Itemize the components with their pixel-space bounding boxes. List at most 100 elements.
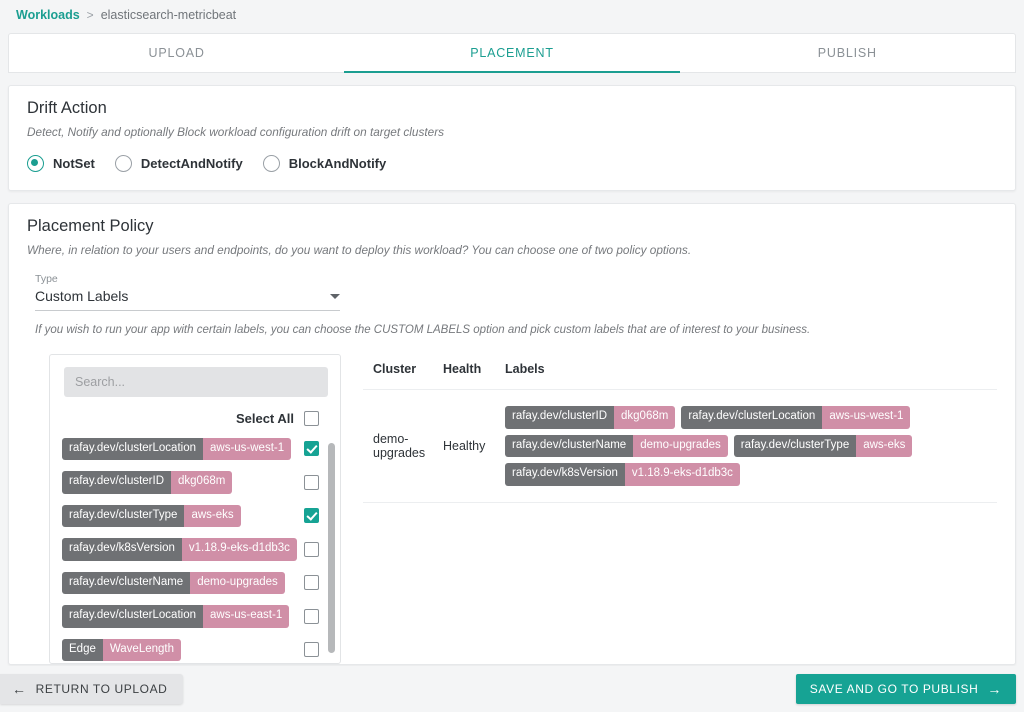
breadcrumb-root-link[interactable]: Workloads bbox=[16, 8, 80, 22]
return-to-upload-button[interactable]: ← RETURN TO UPLOAD bbox=[0, 674, 184, 704]
label-checkbox[interactable] bbox=[304, 541, 319, 557]
label-chip-value: aws-us-west-1 bbox=[203, 437, 292, 460]
policy-type-select[interactable]: Custom Labels bbox=[35, 288, 340, 311]
cell-health-status: Healthy bbox=[443, 438, 486, 453]
label-checkbox[interactable] bbox=[304, 474, 319, 490]
label-chip: rafay.dev/k8sVersion v1.18.9-eks-d1db3c bbox=[62, 538, 297, 561]
chevron-down-icon bbox=[330, 293, 340, 299]
table-row[interactable]: demo-upgrades Healthy rafay.dev/clusterI… bbox=[363, 390, 997, 503]
wizard-footer: ← RETURN TO UPLOAD SAVE AND GO TO PUBLIS… bbox=[0, 666, 1024, 712]
label-chip: rafay.dev/clusterLocation aws-us-east-1 bbox=[62, 605, 290, 628]
radio-label-detectandnotify: DetectAndNotify bbox=[140, 156, 243, 171]
select-all-checkbox[interactable] bbox=[304, 411, 319, 426]
label-chip-key: rafay.dev/k8sVersion bbox=[62, 538, 182, 561]
cluster-label-chip: rafay.dev/clusterName demo-upgrades bbox=[505, 434, 728, 457]
cell-labels: rafay.dev/clusterID dkg068m rafay.dev/cl… bbox=[505, 406, 925, 486]
label-checkbox[interactable] bbox=[304, 441, 319, 457]
drift-action-radio-group: NotSet DetectAndNotify BlockAndNotify bbox=[9, 139, 1015, 190]
search-input[interactable] bbox=[64, 367, 328, 397]
cluster-label-key: rafay.dev/clusterType bbox=[733, 434, 857, 457]
cluster-label-value: aws-us-west-1 bbox=[822, 406, 911, 429]
radio-option-detectandnotify[interactable]: DetectAndNotify bbox=[114, 155, 243, 172]
label-chip-value: dkg068m bbox=[171, 471, 233, 494]
select-all-row[interactable]: Select All bbox=[50, 397, 340, 432]
list-item[interactable]: rafay.dev/clusterID dkg068m bbox=[50, 466, 340, 500]
breadcrumb-separator: > bbox=[86, 8, 94, 22]
label-picker-area: Select All rafay.dev/clusterLocation aws… bbox=[9, 336, 1015, 664]
tab-placement-label: PLACEMENT bbox=[470, 46, 554, 60]
drift-action-card: Drift Action Detect, Notify and optional… bbox=[8, 85, 1016, 191]
label-list-scrollbar[interactable] bbox=[328, 443, 335, 653]
label-chip-key: rafay.dev/clusterType bbox=[62, 504, 185, 527]
column-header-health: Health bbox=[443, 362, 482, 376]
save-and-publish-label: SAVE AND GO TO PUBLISH bbox=[809, 682, 979, 696]
placement-policy-card: Placement Policy Where, in relation to y… bbox=[8, 203, 1016, 665]
cluster-label-chip: rafay.dev/clusterLocation aws-us-west-1 bbox=[681, 406, 911, 429]
placement-policy-title: Placement Policy bbox=[27, 217, 154, 235]
arrow-right-icon: → bbox=[987, 681, 1002, 697]
column-header-labels: Labels bbox=[505, 362, 545, 376]
label-chip-key: Edge bbox=[62, 638, 103, 661]
list-item[interactable]: rafay.dev/clusterName demo-upgrades bbox=[50, 566, 340, 600]
label-chip-value: demo-upgrades bbox=[190, 571, 285, 594]
save-and-publish-button[interactable]: SAVE AND GO TO PUBLISH → bbox=[795, 674, 1016, 704]
cluster-label-chip: rafay.dev/clusterID dkg068m bbox=[505, 406, 676, 429]
policy-type-value: Custom Labels bbox=[35, 288, 129, 304]
list-item[interactable]: rafay.dev/k8sVersion v1.18.9-eks-d1db3c bbox=[50, 533, 340, 567]
label-checkbox[interactable] bbox=[304, 575, 319, 591]
label-checkbox[interactable] bbox=[304, 608, 319, 624]
cluster-label-value: aws-eks bbox=[856, 434, 913, 457]
label-list: rafay.dev/clusterLocation aws-us-west-1 … bbox=[50, 432, 340, 663]
radio-label-blockandnotify: BlockAndNotify bbox=[288, 156, 387, 171]
label-chip: rafay.dev/clusterLocation aws-us-west-1 bbox=[62, 437, 292, 460]
select-all-label: Select All bbox=[235, 411, 294, 426]
drift-action-title: Drift Action bbox=[27, 99, 107, 117]
wizard-tabs: UPLOAD PLACEMENT PUBLISH bbox=[8, 33, 1016, 73]
column-header-cluster: Cluster bbox=[373, 362, 417, 376]
label-chip: rafay.dev/clusterType aws-eks bbox=[62, 504, 241, 527]
label-chip-key: rafay.dev/clusterLocation bbox=[62, 605, 203, 628]
cluster-label-chip: rafay.dev/k8sVersion v1.18.9-eks-d1db3c bbox=[505, 463, 740, 486]
policy-type-label: Type bbox=[35, 273, 58, 285]
cluster-label-key: rafay.dev/clusterLocation bbox=[681, 406, 823, 429]
radio-icon-blockandnotify bbox=[262, 155, 280, 172]
cluster-label-value: dkg068m bbox=[614, 406, 676, 429]
policy-type-help: If you wish to run your app with certain… bbox=[35, 324, 811, 336]
placement-policy-description: Where, in relation to your users and end… bbox=[27, 243, 692, 257]
label-chip: rafay.dev/clusterName demo-upgrades bbox=[62, 571, 285, 594]
label-chip-value: aws-eks bbox=[184, 504, 241, 527]
tab-placement[interactable]: PLACEMENT bbox=[344, 34, 680, 73]
list-item[interactable]: rafay.dev/clusterLocation aws-us-east-1 bbox=[50, 600, 340, 634]
label-chip-value: WaveLength bbox=[102, 638, 182, 661]
list-item[interactable]: Edge WaveLength bbox=[50, 633, 340, 663]
breadcrumb: Workloads > elasticsearch-metricbeat bbox=[0, 0, 1024, 30]
cluster-label-key: rafay.dev/clusterName bbox=[505, 434, 634, 457]
label-chip-key: rafay.dev/clusterLocation bbox=[62, 437, 203, 460]
radio-label-notset: NotSet bbox=[53, 156, 95, 171]
cluster-label-chip: rafay.dev/clusterType aws-eks bbox=[733, 434, 913, 457]
label-chip: Edge WaveLength bbox=[62, 638, 182, 661]
label-chip-key: rafay.dev/clusterName bbox=[62, 571, 191, 594]
policy-type-field: Type Custom Labels bbox=[9, 257, 1015, 311]
label-chip: rafay.dev/clusterID dkg068m bbox=[62, 471, 233, 494]
label-checkbox[interactable] bbox=[304, 508, 319, 524]
tab-upload[interactable]: UPLOAD bbox=[9, 34, 344, 72]
radio-option-notset[interactable]: NotSet bbox=[27, 155, 95, 172]
cluster-label-value: v1.18.9-eks-d1db3c bbox=[624, 463, 740, 486]
cluster-label-key: rafay.dev/k8sVersion bbox=[505, 463, 625, 486]
label-chip-key: rafay.dev/clusterID bbox=[62, 471, 172, 494]
return-to-upload-label: RETURN TO UPLOAD bbox=[35, 682, 168, 696]
tab-publish-label: PUBLISH bbox=[817, 46, 877, 60]
tab-upload-label: UPLOAD bbox=[148, 46, 205, 60]
arrow-left-icon: ← bbox=[12, 681, 27, 697]
list-item[interactable]: rafay.dev/clusterLocation aws-us-west-1 bbox=[50, 432, 340, 466]
label-checkbox[interactable] bbox=[304, 642, 319, 658]
radio-icon-notset bbox=[27, 155, 44, 172]
cluster-label-key: rafay.dev/clusterID bbox=[505, 406, 615, 429]
label-list-panel: Select All rafay.dev/clusterLocation aws… bbox=[49, 354, 341, 664]
tab-publish[interactable]: PUBLISH bbox=[680, 34, 1015, 72]
radio-icon-detectandnotify bbox=[114, 155, 132, 172]
list-item[interactable]: rafay.dev/clusterType aws-eks bbox=[50, 499, 340, 533]
cell-cluster-name: demo-upgrades bbox=[373, 431, 426, 460]
radio-option-blockandnotify[interactable]: BlockAndNotify bbox=[262, 155, 387, 172]
